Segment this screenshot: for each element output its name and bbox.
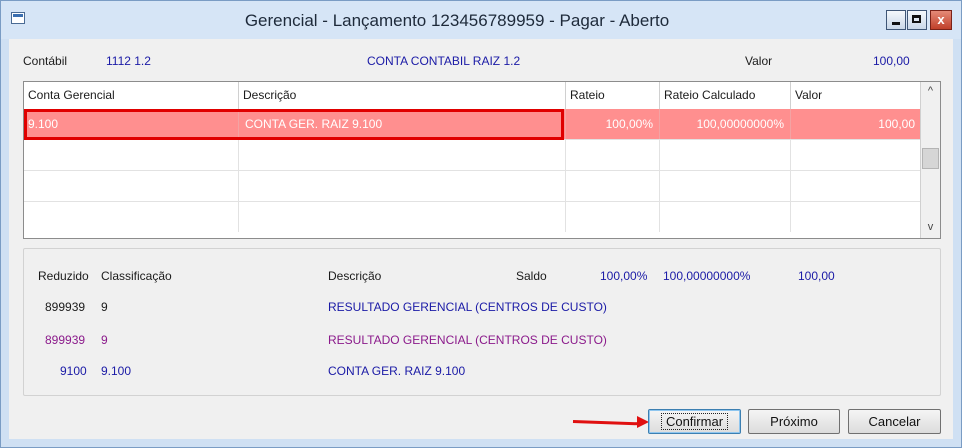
- proximo-button[interactable]: Próximo: [748, 409, 840, 434]
- saldo-rateio: 100,00%: [600, 269, 648, 283]
- reduzido-header: Reduzido: [38, 269, 89, 283]
- dialog-window: Gerencial - Lançamento 123456789959 - Pa…: [0, 0, 962, 448]
- valor-value: 100,00: [873, 54, 910, 68]
- descricao-header: Descrição: [328, 269, 382, 283]
- row1-descricao: RESULTADO GERENCIAL (CENTROS DE CUSTO): [328, 300, 607, 314]
- saldo-rateio-calculado: 100,00000000%: [663, 269, 751, 283]
- row3-descricao: CONTA GER. RAIZ 9.100: [328, 364, 466, 378]
- grid-header: Conta Gerencial Descrição Rateio Rateio …: [24, 82, 921, 110]
- scroll-thumb[interactable]: [922, 148, 939, 169]
- maximize-button[interactable]: [907, 10, 927, 30]
- empty-cell: [24, 140, 239, 170]
- cancelar-button[interactable]: Cancelar: [848, 409, 941, 434]
- scroll-up-arrow-icon[interactable]: ^: [921, 82, 940, 100]
- col-conta-gerencial[interactable]: Conta Gerencial: [24, 82, 239, 109]
- cancelar-label: Cancelar: [868, 414, 921, 429]
- window-title: Gerencial - Lançamento 123456789959 - Pa…: [244, 11, 670, 30]
- cell-rateio: 100,00%: [566, 109, 660, 139]
- empty-cell: [24, 202, 239, 232]
- empty-row[interactable]: [24, 202, 921, 233]
- row2-reduzido: 899939: [45, 333, 86, 347]
- contabil-code: 1112 1.2: [106, 54, 151, 68]
- row1-classificacao: 9: [101, 300, 108, 314]
- row2-classificacao: 9: [101, 333, 108, 347]
- confirmar-button[interactable]: Confirmar: [648, 409, 741, 434]
- empty-cell: [566, 202, 660, 232]
- saldo-label: Saldo: [516, 269, 547, 283]
- empty-cell: [660, 140, 791, 170]
- rateio-grid[interactable]: Conta Gerencial Descrição Rateio Rateio …: [23, 81, 941, 239]
- contabil-label: Contábil: [23, 54, 68, 68]
- valor-label: Valor: [745, 54, 773, 68]
- empty-row[interactable]: [24, 140, 921, 171]
- empty-cell: [660, 171, 791, 201]
- proximo-label: Próximo: [770, 414, 818, 429]
- row2-descricao: RESULTADO GERENCIAL (CENTROS DE CUSTO): [328, 333, 607, 347]
- classificacao-header: Classificação: [101, 269, 172, 283]
- scroll-down-arrow-icon[interactable]: v: [921, 218, 940, 236]
- empty-cell: [239, 140, 566, 170]
- empty-cell: [566, 171, 660, 201]
- empty-cell: [660, 202, 791, 232]
- close-button[interactable]: x: [930, 10, 952, 30]
- saldo-valor: 100,00: [798, 269, 835, 283]
- row3-reduzido: 9100: [60, 364, 87, 378]
- contabil-description: CONTA CONTABIL RAIZ 1.2: [367, 54, 521, 68]
- minimize-button[interactable]: [886, 10, 906, 30]
- empty-cell: [239, 202, 566, 232]
- annotation-highlight-box: [24, 109, 564, 140]
- cell-valor: 100,00: [878, 117, 915, 131]
- empty-row[interactable]: [24, 171, 921, 202]
- grid-vertical-scrollbar[interactable]: ^ v: [920, 82, 940, 238]
- col-rateio[interactable]: Rateio: [566, 82, 660, 109]
- empty-cell: [24, 171, 239, 201]
- cell-rateio-calculado: 100,00000000%: [660, 109, 791, 139]
- col-valor[interactable]: Valor: [791, 82, 921, 109]
- empty-cell: [566, 140, 660, 170]
- row1-reduzido: 899939: [45, 300, 86, 314]
- title-bar[interactable]: Gerencial - Lançamento 123456789959 - Pa…: [1, 1, 961, 39]
- empty-cell: [239, 171, 566, 201]
- col-descricao[interactable]: Descrição: [239, 82, 566, 109]
- confirmar-label: Confirmar: [660, 413, 729, 430]
- col-rateio-calculado[interactable]: Rateio Calculado: [660, 82, 791, 109]
- row3-classificacao: 9.100: [101, 364, 132, 378]
